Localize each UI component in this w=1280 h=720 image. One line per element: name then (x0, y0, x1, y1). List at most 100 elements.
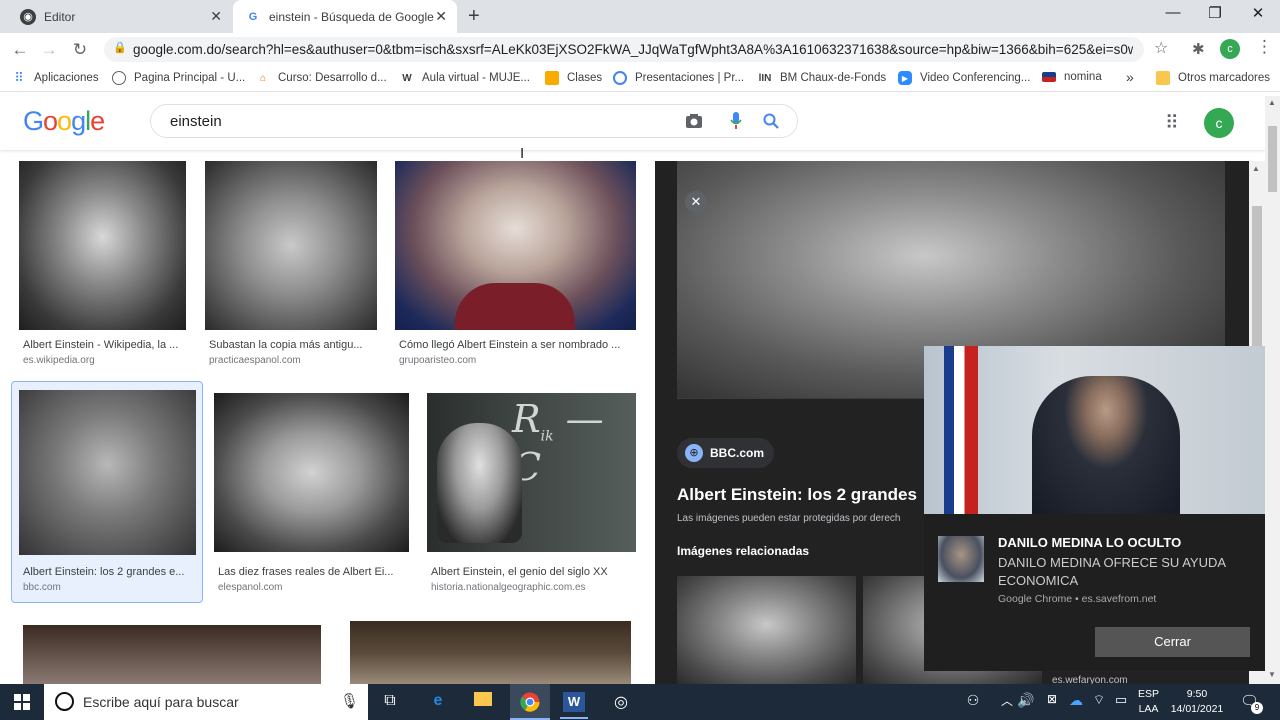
lock-icon[interactable]: 🔒 (113, 41, 127, 54)
forward-arrow-icon[interactable]: → (38, 39, 60, 61)
profile-avatar[interactable]: c (1220, 39, 1240, 59)
w-logo-icon: W (402, 72, 412, 84)
url-text[interactable]: google.com.do/search?hl=es&authuser=0&tb… (133, 42, 1133, 57)
microphone-icon[interactable]: 🎙 (340, 692, 359, 710)
logo-letter: o (57, 106, 72, 136)
bookmarks-more-chevron-icon[interactable]: » (1126, 69, 1134, 85)
result-image-8[interactable] (350, 621, 631, 684)
search-input[interactable]: einstein (170, 113, 222, 130)
result-image-4[interactable] (19, 390, 196, 555)
taskbar-search[interactable]: Escribe aquí para buscar 🎙 (44, 684, 368, 720)
close-tab-icon[interactable]: ✕ (435, 8, 447, 25)
result-caption[interactable]: Las diez frases reales de Albert Ei... (218, 566, 408, 578)
maximize-icon[interactable]: ❐ (1195, 4, 1235, 22)
result-caption[interactable]: Albert Einstein: los 2 grandes e... (23, 566, 195, 578)
chrome-notification[interactable]: DANILO MEDINA LO OCULTO DANILO MEDINA OF… (924, 346, 1265, 671)
address-bar[interactable]: 🔒 google.com.do/search?hl=es&authuser=0&… (104, 37, 1144, 62)
bookmark-aplicaciones[interactable]: ⠿ Aplicaciones (12, 70, 99, 85)
text-cursor-icon: I (520, 145, 525, 162)
bookmark-label: Otros marcadores (1178, 72, 1271, 84)
bookmark-curso[interactable]: ⌂ Curso: Desarrollo d... (256, 71, 387, 85)
extensions-puzzle-icon[interactable]: ✱ (1192, 40, 1205, 58)
close-preview-icon[interactable]: ✕ (685, 191, 707, 213)
bookmark-nomina[interactable]: nomina (1042, 71, 1102, 83)
bookmark-star-icon[interactable]: ☆ (1154, 38, 1168, 58)
microphone-icon[interactable] (730, 112, 742, 130)
input-language[interactable]: ESP LAA (1138, 687, 1159, 717)
ring-icon (613, 71, 627, 85)
bm-logo-icon: lIN (758, 72, 772, 84)
result-caption[interactable]: Albert Einstein, el genio del siglo XX (431, 566, 636, 578)
bookmark-presentaciones[interactable]: Presentaciones | Pr... (613, 71, 744, 85)
minimize-icon[interactable]: — (1153, 4, 1193, 21)
result-caption[interactable]: Subastan la copia más antigu... (209, 339, 379, 351)
camera-icon[interactable] (685, 113, 703, 129)
bookmark-bm-chaux[interactable]: lIN BM Chaux-de-Fonds (758, 71, 887, 85)
result-source[interactable]: grupoaristeo.com (399, 355, 476, 366)
result-caption[interactable]: Cómo llegó Albert Einstein a ser nombrad… (399, 339, 636, 351)
classroom-icon (545, 71, 559, 85)
zoom-icon: ▶ (898, 71, 912, 85)
result-image-6[interactable]: Rik — C (427, 393, 636, 552)
bookmark-clases[interactable]: Clases (545, 71, 602, 85)
result-source[interactable]: practicaespanol.com (209, 355, 301, 366)
result-image-2[interactable] (205, 161, 377, 330)
tab-editor[interactable]: ◉ Editor ✕ (8, 0, 232, 33)
result-source[interactable]: historia.nationalgeographic.com.es (431, 582, 586, 593)
bookmark-label: Clases (567, 72, 603, 84)
result-caption[interactable]: Albert Einstein - Wikipedia, la ... (23, 339, 188, 351)
result-image-1[interactable] (19, 161, 186, 330)
notification-count-badge: 9 (1251, 702, 1263, 714)
preview-title[interactable]: Albert Einstein: los 2 grandes (677, 485, 917, 505)
taskbar-search-placeholder[interactable]: Escribe aquí para buscar (83, 694, 239, 710)
chrome-taskbar-button[interactable] (510, 684, 550, 720)
scroll-down-icon[interactable]: ▼ (1268, 670, 1276, 679)
window-close-icon[interactable]: ✕ (1238, 4, 1278, 22)
globe-icon (112, 71, 126, 85)
notification-meta: Google Chrome • es.savefrom.net (998, 593, 1157, 605)
search-box[interactable]: einstein (150, 104, 798, 138)
tab-google-search[interactable]: G einstein - Búsqueda de Google ✕ (233, 0, 457, 33)
obs-icon[interactable]: ◎ (606, 692, 636, 712)
related-image-1[interactable] (677, 576, 856, 684)
bookmark-pagina-principal[interactable]: Pagina Principal - U... (112, 71, 245, 85)
reload-icon[interactable]: ↻ (69, 39, 91, 61)
windows-start-icon[interactable] (14, 694, 30, 710)
close-notification-button[interactable]: Cerrar (1095, 627, 1250, 657)
bookmark-aula-virtual[interactable]: W Aula virtual - MUJE... (400, 71, 530, 85)
scroll-up-icon[interactable]: ▲ (1252, 164, 1260, 173)
result-source[interactable]: bbc.com (23, 582, 61, 593)
battery-icon[interactable]: ▭ (1106, 692, 1136, 708)
bookmark-label: Aplicaciones (34, 72, 99, 84)
page-scroll-thumb[interactable] (1268, 126, 1277, 192)
result-image-3[interactable] (395, 161, 636, 330)
flag-icon (1042, 72, 1056, 82)
result-source[interactable]: es.wikipedia.org (23, 355, 95, 366)
source-chip[interactable]: ⊕ BBC.com (677, 438, 775, 468)
bookmark-video-conferencing[interactable]: ▶ Video Conferencing... (898, 71, 1030, 85)
search-icon[interactable] (763, 113, 779, 129)
google-logo[interactable]: Google (23, 106, 105, 137)
bookmark-otros-marcadores[interactable]: Otros marcadores (1156, 71, 1270, 85)
google-apps-grid-icon[interactable]: ⠿ (1165, 112, 1179, 135)
task-view-icon[interactable]: ⧉ (375, 692, 405, 710)
notification-thumbnail (938, 536, 984, 582)
result-image-7[interactable] (23, 625, 321, 684)
result-image-5[interactable] (214, 393, 409, 552)
result-source[interactable]: elespanol.com (218, 582, 282, 593)
google-header: Google einstein ⠿ c (0, 96, 1265, 150)
related-images-heading: Imágenes relacionadas (677, 544, 810, 558)
globe-icon: ⊕ (685, 444, 703, 462)
page-scrollbar[interactable]: ▲ ▼ (1265, 96, 1280, 684)
scroll-up-icon[interactable]: ▲ (1268, 98, 1276, 107)
people-icon[interactable]: ⚇ (958, 692, 988, 709)
back-arrow-icon[interactable]: ← (9, 39, 31, 61)
new-tab-plus-icon[interactable]: + (468, 5, 480, 28)
account-avatar[interactable]: c (1204, 108, 1234, 138)
menu-kebab-icon[interactable]: ⋮ (1256, 37, 1273, 57)
word-icon[interactable]: W (563, 692, 585, 712)
clock[interactable]: 9:50 14/01/2021 (1168, 687, 1226, 717)
file-explorer-folder-icon[interactable] (468, 692, 498, 711)
close-tab-icon[interactable]: ✕ (210, 8, 222, 25)
edge-icon[interactable]: e (423, 692, 453, 710)
